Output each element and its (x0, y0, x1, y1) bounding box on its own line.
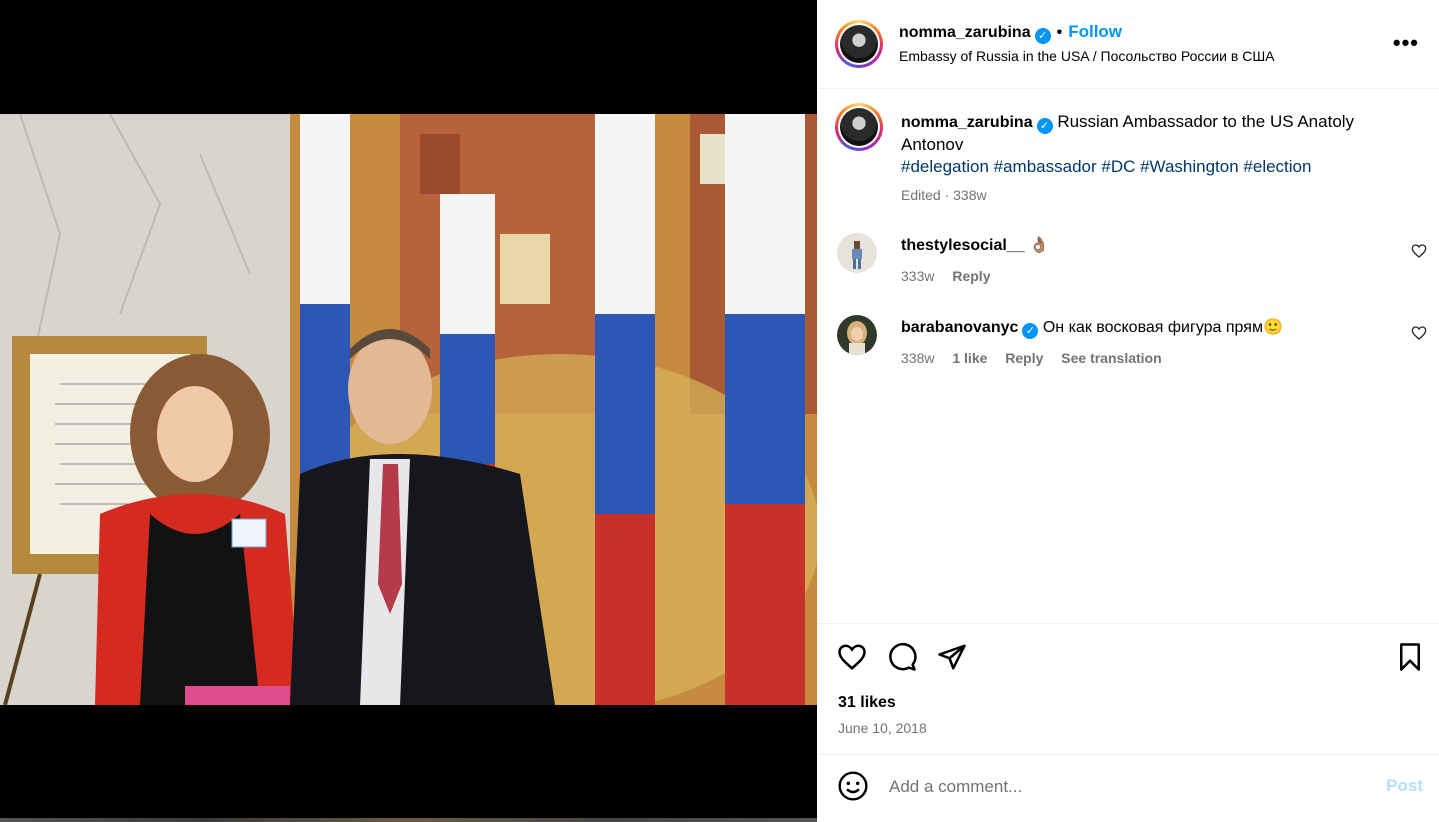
comment-time[interactable]: 338w (901, 350, 934, 366)
emoji-icon[interactable] (837, 770, 869, 802)
comment-actions: 338w 1 like Reply See translation (901, 347, 1381, 369)
author-avatar[interactable] (835, 20, 883, 68)
comment-actions: 333w Reply (901, 265, 1381, 287)
bookmark-icon[interactable] (1395, 642, 1425, 672)
caption-avatar[interactable] (835, 103, 883, 151)
commenter-avatar[interactable] (837, 233, 877, 273)
verified-icon: ✓ (1036, 118, 1053, 134)
comment-like-icon[interactable] (1411, 325, 1427, 341)
author-username[interactable]: nomma_zarubina (899, 24, 1031, 41)
comment-composer: Post (817, 754, 1439, 818)
commenter-avatar[interactable] (837, 315, 877, 355)
author-line: nomma_zarubina ✓ • Follow (899, 22, 1122, 44)
comment-text: Он как восковая фигура прям🙂 (1042, 319, 1283, 336)
comment-icon[interactable] (887, 642, 917, 672)
post-actions: 31 likes June 10, 2018 (817, 623, 1439, 755)
comment-text: 👌🏽 (1029, 237, 1049, 254)
share-icon[interactable] (937, 642, 967, 672)
caption-meta: Edited · 338w (901, 187, 987, 203)
comment-like-icon[interactable] (1411, 243, 1427, 259)
post-header: nomma_zarubina ✓ • Follow Embassy of Russia… (817, 0, 1439, 89)
separator-dot: • (1056, 24, 1063, 41)
comment-body: barabanovanyc ✓ Он как восковая фигура пр… (901, 317, 1381, 369)
post-media (0, 0, 817, 822)
comment-likes[interactable]: 1 like (952, 350, 987, 366)
bottom-strip (0, 818, 817, 822)
post-comment-button[interactable]: Post (1386, 776, 1423, 796)
reply-button[interactable]: Reply (952, 268, 990, 284)
verified-icon: ✓ (1034, 28, 1051, 44)
like-icon[interactable] (837, 642, 867, 672)
likes-count[interactable]: 31 likes (838, 694, 896, 712)
post-date[interactable]: June 10, 2018 (838, 720, 927, 736)
caption-username[interactable]: nomma_zarubina (901, 114, 1033, 131)
comment-time[interactable]: 333w (901, 268, 934, 284)
see-translation-button[interactable]: See translation (1061, 350, 1161, 366)
comment-username[interactable]: thestylesocial__ (901, 237, 1025, 254)
post-panel: nomma_zarubina ✓ • Follow Embassy of Russia… (817, 0, 1439, 822)
comments-section[interactable]: nomma_zarubina ✓ Russian Ambassador to th… (817, 89, 1439, 623)
comment-username[interactable]: barabanovanyc (901, 319, 1018, 336)
more-options-icon[interactable]: ••• (1393, 30, 1419, 56)
caption-hashtags[interactable]: #delegation #ambassador #DC #Washington … (901, 156, 1391, 178)
post-location[interactable]: Embassy of Russia in the USA / Посольств… (899, 48, 1275, 64)
caption-body: nomma_zarubina ✓ Russian Ambassador to th… (901, 111, 1391, 206)
post-photo[interactable] (0, 114, 817, 705)
comment-body: thestylesocial__ 👌🏽 333w Reply (901, 235, 1381, 287)
comment-input[interactable] (887, 772, 1361, 802)
reply-button[interactable]: Reply (1005, 350, 1043, 366)
verified-icon: ✓ (1022, 323, 1039, 339)
follow-button[interactable]: Follow (1068, 22, 1122, 41)
